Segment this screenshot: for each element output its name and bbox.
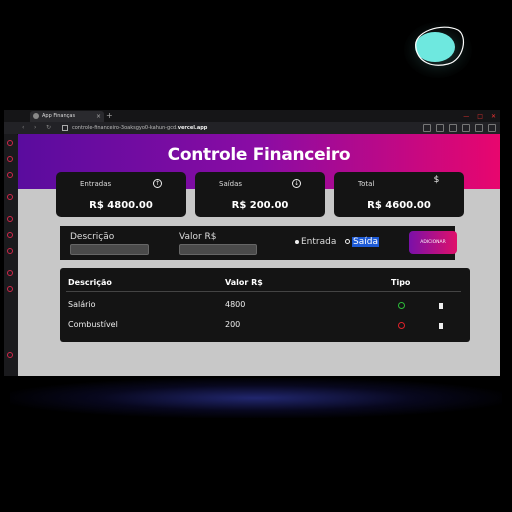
trash-icon[interactable]	[439, 303, 443, 309]
download-icon[interactable]	[475, 124, 483, 132]
trash-icon[interactable]	[439, 323, 443, 329]
card-value: R$ 200.00	[231, 200, 289, 211]
radio-income-dot[interactable]	[295, 239, 299, 244]
radio-expense-label: Saída	[352, 237, 379, 247]
page-viewport: Controle Financeiro Entradas ↑ R$ 4800.0…	[18, 134, 500, 376]
sidebar-more-icon[interactable]	[7, 352, 13, 358]
card-label: Entradas	[80, 180, 112, 188]
url-field[interactable]: controle-financeiro-3oaksgyo0-kahun-gcd.…	[62, 124, 392, 132]
transaction-form: Descrição Valor R$ Entrada Saída ADICION…	[60, 226, 457, 260]
wallet-icon[interactable]	[436, 124, 444, 132]
maximize-icon[interactable]: □	[477, 113, 483, 120]
tab-title: App Finanças	[42, 113, 76, 119]
card-value: R$ 4800.00	[89, 200, 153, 211]
browser-sidebar	[4, 134, 17, 376]
sidebar-settings-icon[interactable]	[7, 286, 13, 292]
income-type-icon	[398, 302, 405, 309]
value-label: Valor R$	[179, 232, 217, 242]
page-title: Controle Financeiro	[167, 145, 351, 165]
toolbar-icons	[423, 124, 496, 132]
back-button[interactable]: ‹	[22, 124, 24, 131]
description-input[interactable]	[70, 244, 149, 255]
menu-icon[interactable]	[488, 124, 496, 132]
url-prefix: controle-financeiro-	[72, 125, 121, 131]
sidebar-history-icon[interactable]	[7, 232, 13, 238]
total-card: Total $ R$ 4600.00	[334, 172, 464, 217]
lock-icon	[62, 124, 68, 131]
window-controls: — □ ✕	[463, 110, 496, 122]
header-value: Valor R$	[225, 278, 263, 287]
tab-close-icon[interactable]: ×	[96, 111, 101, 122]
url-mid: 3oaksgyo0-kahun-gcd.	[120, 125, 178, 131]
reload-button[interactable]: ↻	[46, 124, 51, 131]
sidebar-messenger-icon[interactable]	[7, 156, 13, 162]
header-divider	[66, 291, 461, 292]
sidebar-clock-icon[interactable]	[7, 270, 13, 276]
add-button[interactable]: ADICIONAR	[409, 231, 457, 254]
logo-blob-icon	[404, 22, 472, 78]
minimize-icon[interactable]: —	[463, 113, 469, 120]
radio-expense-dot[interactable]	[345, 239, 350, 244]
income-card: Entradas ↑ R$ 4800.00	[56, 172, 186, 217]
row-value: 200	[225, 320, 241, 329]
forward-button[interactable]: ›	[34, 124, 36, 131]
dollar-icon: $	[433, 175, 440, 185]
card-value: R$ 4600.00	[367, 200, 431, 211]
description-label: Descrição	[70, 232, 115, 242]
browser-window: App Finanças × + — □ ✕ ‹ › ↻ controle-fi…	[4, 110, 500, 376]
row-value: 4800	[225, 300, 246, 309]
close-window-icon[interactable]: ✕	[491, 113, 496, 120]
sidebar-player-icon[interactable]	[7, 216, 13, 222]
value-input[interactable]	[179, 244, 257, 255]
camera-icon[interactable]	[449, 124, 457, 132]
radio-expense[interactable]: Saída	[345, 237, 379, 247]
sidebar-twitch-icon[interactable]	[7, 172, 13, 178]
header-description: Descrição	[68, 278, 112, 287]
arrow-up-circle-icon: ↑	[153, 179, 162, 188]
bookmark-icon[interactable]	[462, 124, 470, 132]
row-description: Salário	[68, 300, 96, 309]
transactions-table: Descrição Valor R$ Tipo Salário 4800 Com…	[60, 268, 470, 342]
card-label: Total	[358, 180, 375, 188]
extension-icon[interactable]	[423, 124, 431, 132]
radio-income[interactable]: Entrada	[295, 237, 336, 247]
sidebar-store-icon[interactable]	[7, 140, 13, 146]
expense-type-icon	[398, 322, 405, 329]
tab-bar: App Finanças × + — □ ✕	[4, 110, 500, 122]
sidebar-bookmarks-icon[interactable]	[7, 248, 13, 254]
new-tab-button[interactable]: +	[106, 110, 113, 121]
arrow-down-circle-icon: ↓	[292, 179, 301, 188]
expense-card: Saídas ↓ R$ 200.00	[195, 172, 325, 217]
sidebar-whatsapp-icon[interactable]	[7, 194, 13, 200]
card-label: Saídas	[219, 180, 243, 188]
tab-favicon-icon	[33, 113, 39, 119]
browser-tab[interactable]: App Finanças ×	[30, 111, 104, 122]
floor-glow	[10, 378, 502, 418]
brand-logo	[402, 20, 474, 80]
row-description: Combustível	[68, 320, 118, 329]
url-host: vercel.app	[177, 125, 208, 131]
radio-income-label: Entrada	[301, 237, 337, 247]
header-type: Tipo	[391, 278, 411, 287]
